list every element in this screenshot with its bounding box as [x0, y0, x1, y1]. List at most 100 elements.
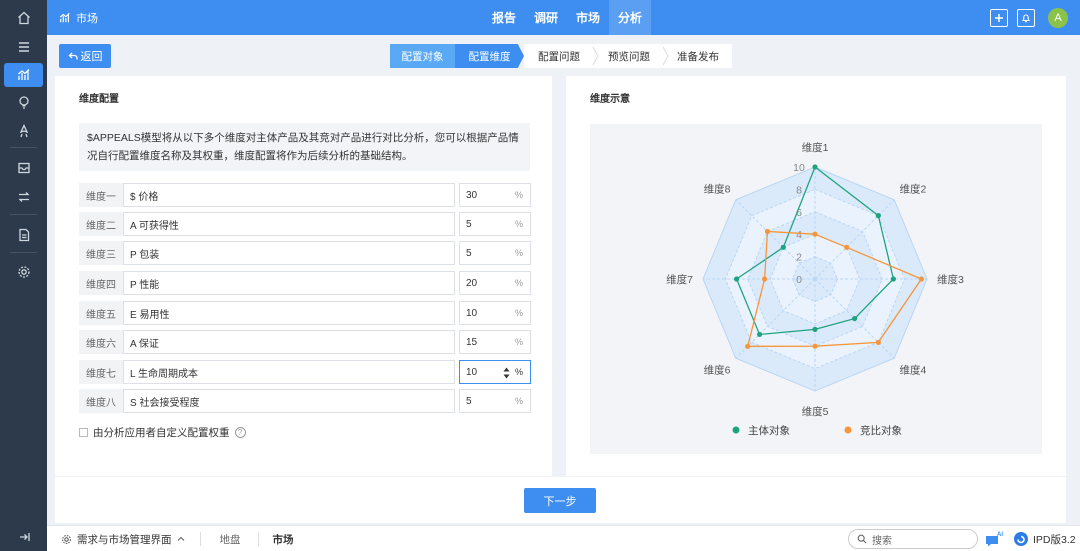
document-icon[interactable]: [0, 223, 47, 247]
dimension-weight-input[interactable]: 15%: [459, 330, 531, 354]
dimension-weight-input-focused[interactable]: 10 %: [459, 360, 531, 384]
lightbulb-icon[interactable]: [0, 90, 47, 114]
radar-point: [812, 164, 818, 170]
weight-value: 5: [466, 395, 472, 407]
radar-point: [756, 331, 763, 338]
radar-point: [875, 213, 881, 219]
number-stepper[interactable]: [502, 367, 510, 379]
weight-value: 10: [466, 366, 478, 378]
dimension-name-input[interactable]: E 易用性: [123, 301, 455, 325]
panel-title: 维度配置: [79, 94, 119, 105]
panel-title: 维度示意: [590, 94, 630, 105]
radar-axis-label: 维度2: [900, 182, 927, 195]
dimension-weight-input[interactable]: 20%: [459, 271, 531, 295]
radar-point: [844, 244, 850, 250]
radar-point: [851, 315, 858, 322]
collapse-rail-icon[interactable]: [0, 525, 47, 549]
radar-point: [734, 276, 740, 282]
weight-value: 5: [466, 247, 472, 259]
radar-axis-label: 维度6: [704, 364, 731, 377]
gear-icon[interactable]: [0, 260, 47, 284]
ai-assistant-button[interactable]: AI: [985, 530, 1005, 548]
radar-point: [812, 326, 818, 332]
dimension-weight-input[interactable]: 5%: [459, 389, 531, 413]
rocket-icon[interactable]: [0, 119, 47, 143]
next-step-button[interactable]: 下一步: [524, 488, 596, 513]
percent-unit: %: [514, 396, 523, 406]
weight-value: 20: [466, 277, 478, 289]
version-info: IPD版3.2: [1013, 526, 1076, 551]
dimension-weight-input[interactable]: 5%: [459, 241, 531, 265]
left-rail: [0, 0, 47, 551]
radar-point: [812, 231, 818, 237]
ai-label: AI: [997, 532, 1003, 538]
radar-point: [890, 276, 896, 282]
workspace-switcher[interactable]: 需求与市场管理界面: [77, 532, 172, 547]
radar-point: [745, 343, 751, 349]
dimension-label: 维度四: [79, 271, 123, 295]
divider: [199, 532, 201, 546]
dimension-label: 维度三: [79, 241, 123, 265]
stepper-down-icon[interactable]: [503, 374, 510, 379]
radar-tick-label: 10: [793, 162, 805, 174]
dimension-weight-input[interactable]: 5%: [459, 212, 531, 236]
dimension-label: 维度八: [79, 389, 123, 413]
app-logo-icon: [1014, 532, 1028, 546]
chevron-up-icon[interactable]: [177, 535, 185, 543]
dimension-name-input[interactable]: S 社会接受程度: [123, 389, 455, 413]
dimension-name-input[interactable]: A 可获得性: [123, 212, 455, 236]
dimension-weight-input[interactable]: 10%: [459, 301, 531, 325]
radar-chart: 0246810维度1维度2维度3维度4维度5维度6维度7维度8主体对象 竞比对象: [666, 141, 964, 437]
radar-axis-label: 维度3: [937, 273, 964, 286]
bottom-bar: 需求与市场管理界面 地盘 市场 搜索 AI IPD版3.2: [47, 525, 1080, 551]
dimension-name-input[interactable]: L 生命周期成本: [123, 360, 455, 384]
ai-chat-icon: AI: [986, 532, 1003, 547]
dimension-config-panel: 维度配置 $APPEALS模型将从以下多个维度对主体产品及其竞对产品进行对比分析…: [55, 76, 552, 476]
exchange-icon[interactable]: [0, 185, 47, 209]
search-icon: [857, 534, 867, 544]
dimension-name-input[interactable]: A 保证: [123, 330, 455, 354]
radar-axis-label: 维度5: [802, 405, 829, 418]
radar-point: [762, 276, 768, 282]
bottom-tab-site[interactable]: 地盘: [220, 532, 241, 547]
legend-label: 主体对象: [748, 424, 790, 437]
dimension-label: 维度七: [79, 360, 123, 384]
divider: [257, 532, 259, 546]
help-icon[interactable]: ?: [234, 427, 246, 438]
percent-unit: %: [514, 190, 523, 200]
radar-point: [875, 339, 881, 345]
radar-point: [780, 244, 786, 250]
dimension-preview-panel: 维度示意 0 2 4 6 8 10 维度1 维度2 维度3 维度4 维度5 维度6 维度7 维度8 主体对象…: [566, 76, 1066, 476]
version-label: IPD版3.2: [1033, 533, 1076, 546]
radar-axis-label: 维度7: [666, 273, 693, 286]
dimension-name-input[interactable]: $ 价格: [123, 183, 455, 207]
radar-point: [764, 228, 771, 235]
legend-marker: [732, 426, 740, 434]
weight-value: 30: [466, 189, 478, 201]
inbox-icon[interactable]: [0, 156, 47, 180]
dimension-weight-input[interactable]: 30%: [459, 183, 531, 207]
stepper-up-icon[interactable]: [503, 367, 510, 372]
rail-divider: [10, 214, 37, 215]
rail-divider: [10, 252, 37, 253]
search-input[interactable]: 搜索: [848, 529, 978, 549]
percent-unit: %: [514, 248, 523, 258]
bottom-tab-market[interactable]: 市场: [273, 532, 294, 547]
weight-value: 15: [466, 336, 478, 348]
dimension-name-input[interactable]: P 包装: [123, 241, 455, 265]
legend-marker: [844, 426, 852, 434]
footer-bar: 下一步: [55, 477, 1066, 523]
percent-unit: %: [514, 308, 523, 318]
radar-axis-label: 维度1: [802, 141, 829, 154]
radar-point: [812, 343, 818, 349]
percent-unit: %: [514, 219, 523, 229]
percent-unit: %: [514, 337, 523, 347]
dimension-name-input[interactable]: P 性能: [123, 271, 455, 295]
percent-unit: %: [514, 367, 523, 377]
model-description: $APPEALS模型将从以下多个维度对主体产品及其竞对产品进行对比分析，您可以根…: [79, 123, 530, 171]
radar-tick-label: 8: [796, 184, 802, 196]
custom-weight-checkbox[interactable]: [79, 428, 88, 437]
radar-axis-label: 维度8: [704, 182, 731, 195]
custom-weight-label[interactable]: 由分析应用者自定义配置权重: [93, 425, 230, 440]
gear-icon: [62, 534, 71, 544]
